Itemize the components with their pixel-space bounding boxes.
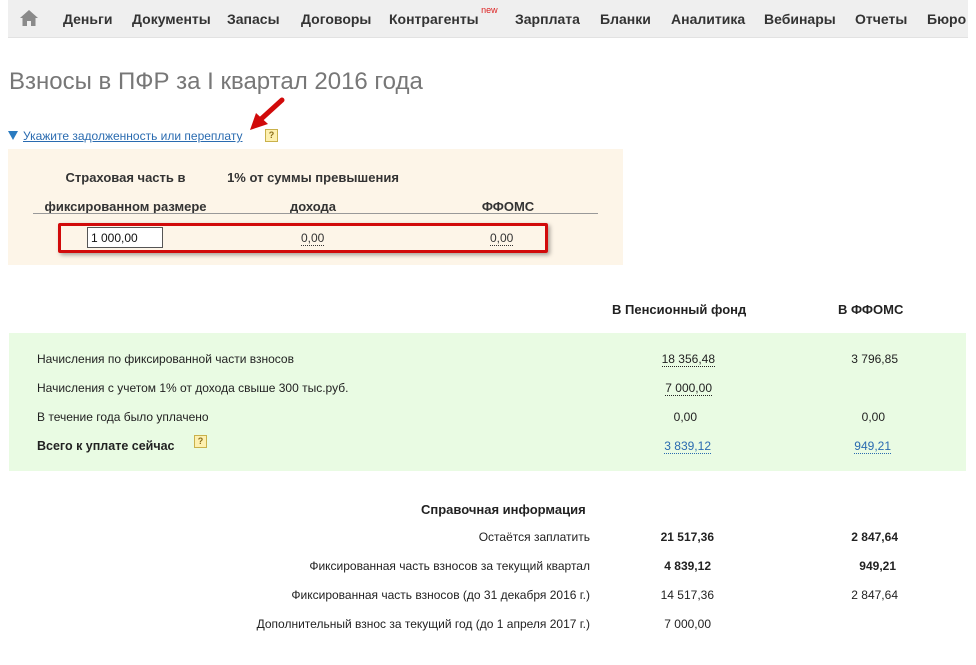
nav-item-money[interactable]: Деньги bbox=[63, 11, 112, 27]
page-title: Взносы в ПФР за I квартал 2016 года bbox=[9, 68, 423, 95]
expand-triangle-icon[interactable] bbox=[8, 131, 18, 140]
nav-item-analytics[interactable]: Аналитика bbox=[671, 11, 745, 27]
nav-item-salary[interactable]: Зарплата bbox=[515, 11, 580, 27]
nav-item-contracts[interactable]: Договоры bbox=[301, 11, 371, 27]
home-icon[interactable] bbox=[19, 8, 39, 28]
row-income-pf[interactable]: 7 000,00 bbox=[665, 381, 712, 396]
row-paid-pf: 0,00 bbox=[673, 410, 697, 424]
nav-item-forms[interactable]: Бланки bbox=[600, 11, 651, 27]
debt-panel: Страховая часть в фиксированном размере … bbox=[8, 149, 623, 265]
ref-quarter-pf: 4 839,12 bbox=[664, 559, 711, 573]
new-badge: new bbox=[481, 5, 498, 15]
ref-additional-label: Дополнительный взнос за текущий год (до … bbox=[256, 617, 590, 631]
col-ffoms-header-summary: В ФФОМС bbox=[838, 302, 904, 317]
row-fixed-ffoms: 3 796,85 bbox=[851, 352, 898, 366]
nav-item-bureau[interactable]: Бюро bbox=[927, 11, 966, 27]
summary-panel: Начисления по фиксированной части взносо… bbox=[9, 333, 966, 471]
reference-title: Справочная информация bbox=[421, 502, 586, 517]
red-arrow-icon bbox=[250, 97, 285, 130]
row-total-pf[interactable]: 3 839,12 bbox=[664, 439, 711, 454]
excess-debt-value[interactable]: 0,00 bbox=[301, 231, 325, 246]
header-divider bbox=[33, 213, 598, 214]
ref-yearly-pf: 14 517,36 bbox=[660, 588, 714, 602]
col-excess-header-line2: дохода bbox=[289, 199, 337, 214]
nav-item-webinars[interactable]: Вебинары bbox=[764, 11, 836, 27]
ref-yearly-label: Фиксированная часть взносов (до 31 декаб… bbox=[291, 588, 590, 602]
row-total-label: Всего к уплате сейчас bbox=[37, 439, 175, 453]
row-fixed-label: Начисления по фиксированной части взносо… bbox=[37, 352, 294, 366]
row-paid-ffoms: 0,00 bbox=[861, 410, 885, 424]
ref-quarter-ffoms: 949,21 bbox=[859, 559, 896, 573]
col-pf-header: В Пенсионный фонд bbox=[612, 302, 747, 317]
insurance-debt-input[interactable] bbox=[87, 227, 163, 248]
col-ffoms-header: ФФОМС bbox=[481, 199, 535, 214]
ref-additional-pf: 7 000,00 bbox=[664, 617, 711, 631]
row-income-label: Начисления с учетом 1% от дохода свыше 3… bbox=[37, 381, 349, 395]
ffoms-debt-value[interactable]: 0,00 bbox=[490, 231, 514, 246]
top-nav: Деньги Документы Запасы Договоры Контраг… bbox=[8, 0, 968, 38]
col-insurance-header-line2: фиксированном размере bbox=[44, 199, 207, 214]
ref-remaining-label: Остаётся заплатить bbox=[478, 530, 590, 544]
col-excess-header-line1: 1% от суммы превышения bbox=[227, 170, 399, 185]
debt-link[interactable]: Укажите задолженность или переплату bbox=[23, 129, 242, 143]
nav-item-counterparties[interactable]: Контрагенты new bbox=[389, 5, 498, 27]
row-fixed-pf[interactable]: 18 356,48 bbox=[661, 352, 715, 367]
ref-yearly-ffoms: 2 847,64 bbox=[851, 588, 898, 602]
row-paid-label: В течение года было уплачено bbox=[37, 410, 209, 424]
nav-item-documents[interactable]: Документы bbox=[132, 11, 211, 27]
col-insurance-header-line1: Страховая часть в bbox=[65, 170, 186, 185]
row-total-ffoms[interactable]: 949,21 bbox=[854, 439, 891, 454]
ref-remaining-pf: 21 517,36 bbox=[660, 530, 714, 544]
nav-item-counterparties-label: Контрагенты bbox=[389, 11, 479, 27]
nav-item-inventory[interactable]: Запасы bbox=[227, 11, 280, 27]
help-icon-total[interactable]: ? bbox=[194, 435, 207, 448]
nav-item-reports[interactable]: Отчеты bbox=[855, 11, 907, 27]
ref-quarter-label: Фиксированная часть взносов за текущий к… bbox=[309, 559, 590, 573]
ref-remaining-ffoms: 2 847,64 bbox=[851, 530, 898, 544]
